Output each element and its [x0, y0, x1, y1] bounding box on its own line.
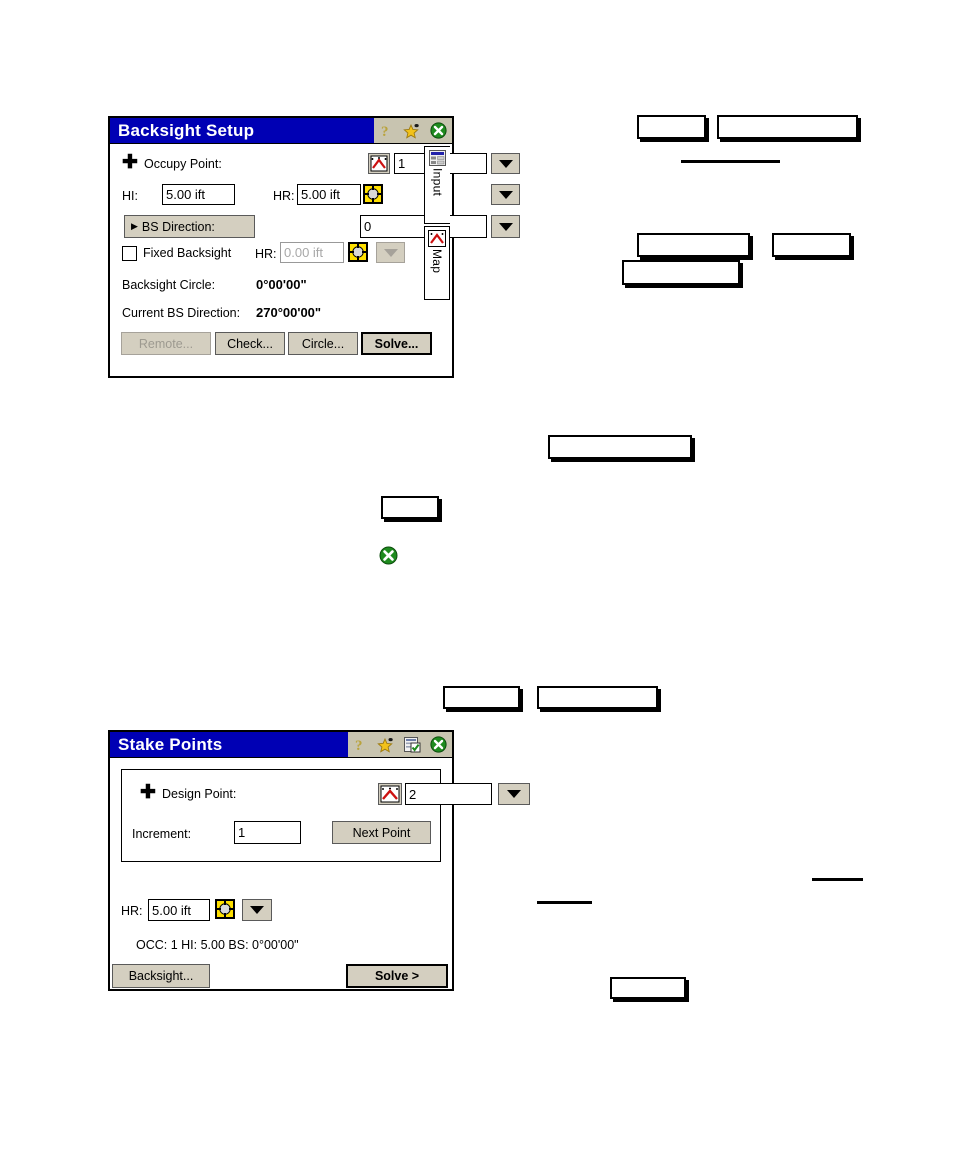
tab-map-label: Map — [430, 249, 444, 274]
backsight-button-label: Backsight... — [128, 969, 194, 983]
blank-box-8 — [443, 686, 520, 709]
plus-icon: ✚ — [140, 782, 156, 803]
prism-target-icon[interactable] — [363, 184, 383, 204]
map-point-pick-icon[interactable] — [368, 153, 390, 174]
backsight-button[interactable]: Backsight... — [112, 964, 210, 988]
triangle-right-icon: ▶ — [131, 221, 138, 231]
stake-titlebar-icons: ? — [348, 732, 452, 757]
fixed-backsight-dropdown-button[interactable] — [376, 242, 405, 263]
backsight-circle-value: 0°00'00" — [256, 277, 307, 292]
hr-input[interactable]: 5.00 ift — [297, 184, 361, 205]
close-icon[interactable] — [430, 122, 447, 139]
bs-direction-button[interactable]: ▶ BS Direction: — [124, 215, 255, 238]
backsight-titlebar: Backsight Setup ? — [110, 118, 452, 144]
stake-solve-button[interactable]: Solve > — [346, 964, 448, 988]
stake-solve-button-label: Solve > — [374, 969, 420, 983]
solve-button-label: Solve... — [374, 336, 419, 351]
blank-box-5 — [622, 260, 740, 285]
map-point-pick-icon[interactable] — [378, 783, 402, 805]
design-point-input[interactable]: 2 — [405, 783, 492, 805]
increment-input[interactable]: 1 — [234, 821, 301, 844]
hi-input[interactable]: 5.00 ift — [162, 184, 235, 205]
favorites-star-icon[interactable] — [403, 123, 421, 139]
remote-button[interactable]: Remote... — [121, 332, 211, 355]
tab-input[interactable]: Input — [424, 146, 450, 224]
blank-rule-3 — [812, 878, 863, 881]
stake-client: ✚ Design Point: 2 Increment: 1 Next Poin… — [110, 758, 530, 989]
current-bs-direction-value: 270°00'00" — [256, 305, 322, 320]
stake-points-dialog: Stake Points ? ✚ Design Point: 2 Increme… — [108, 730, 530, 991]
blank-rule-1 — [681, 160, 780, 163]
solve-button[interactable]: Solve... — [361, 332, 432, 355]
help-icon[interactable]: ? — [379, 123, 394, 140]
blank-box-4 — [772, 233, 851, 257]
fixed-backsight-label: Fixed Backsight — [143, 246, 232, 260]
bs-direction-dropdown-button[interactable] — [491, 215, 520, 238]
blank-box-10 — [610, 977, 686, 999]
chevron-down-icon — [507, 790, 521, 798]
chevron-down-icon — [498, 222, 513, 231]
map-point-pick-icon — [428, 230, 446, 247]
plus-icon: ✚ — [122, 152, 138, 173]
design-point-dropdown-button[interactable] — [498, 783, 530, 805]
occupy-point-dropdown-button[interactable] — [491, 153, 520, 174]
backsight-setup-dialog: Backsight Setup ? ✚ Occupy Point: 1 HI: … — [108, 116, 520, 378]
tab-map[interactable]: Map — [424, 226, 450, 300]
circle-button-label: Circle... — [301, 336, 345, 351]
help-icon[interactable]: ? — [353, 737, 368, 754]
stake-status-line: OCC: 1 HI: 5.00 BS: 0°00'00" — [136, 938, 299, 952]
stake-titlebar: Stake Points ? — [110, 732, 452, 758]
close-icon[interactable] — [379, 546, 398, 565]
backsight-client: ✚ Occupy Point: 1 HI: 5.00 ift HR: 5.00 … — [110, 144, 520, 376]
hr-label: HR: — [273, 189, 295, 203]
blank-box-3 — [637, 233, 750, 257]
blank-box-2 — [717, 115, 858, 139]
check-button[interactable]: Check... — [215, 332, 285, 355]
close-icon[interactable] — [430, 736, 447, 753]
blank-rule-2 — [537, 901, 592, 904]
favorites-star-icon[interactable] — [377, 737, 395, 753]
increment-label: Increment: — [132, 827, 192, 841]
next-point-button-label: Next Point — [352, 825, 411, 840]
svg-text:?: ? — [355, 738, 363, 753]
chevron-down-icon — [498, 190, 513, 199]
tab-input-label: Input — [430, 168, 445, 197]
fixed-backsight-checkbox[interactable] — [122, 246, 137, 261]
svg-text:?: ? — [381, 124, 389, 139]
stake-hr-input[interactable]: 5.00 ift — [148, 899, 210, 921]
next-point-button[interactable]: Next Point — [332, 821, 431, 844]
stake-hr-label: HR: — [121, 904, 143, 918]
hr-dropdown-button[interactable] — [491, 184, 520, 205]
backsight-title: Backsight Setup — [118, 120, 255, 140]
prism-target-icon[interactable] — [215, 899, 235, 919]
blank-box-6 — [548, 435, 692, 459]
stake-title: Stake Points — [118, 734, 223, 754]
occupy-point-label: Occupy Point: — [144, 157, 222, 171]
chevron-down-icon — [383, 248, 398, 257]
design-point-label: Design Point: — [162, 787, 237, 801]
remote-button-label: Remote... — [138, 336, 194, 351]
check-button-label: Check... — [227, 336, 273, 351]
chevron-down-icon — [498, 159, 513, 168]
stake-hr-dropdown-button[interactable] — [242, 899, 272, 921]
bs-direction-label: BS Direction: — [141, 219, 215, 234]
list-check-icon[interactable] — [404, 736, 421, 753]
chevron-down-icon — [250, 906, 264, 914]
backsight-circle-label: Backsight Circle: — [122, 278, 216, 292]
blank-box-7 — [381, 496, 439, 519]
blank-box-9 — [537, 686, 658, 709]
prism-target-icon[interactable] — [348, 242, 368, 262]
fixed-backsight-hr-input[interactable]: 0.00 ift — [280, 242, 344, 263]
input-form-icon — [429, 150, 446, 166]
hi-label: HI: — [122, 189, 138, 203]
blank-box-1 — [637, 115, 706, 139]
circle-button[interactable]: Circle... — [288, 332, 358, 355]
backsight-titlebar-icons: ? — [374, 118, 452, 143]
current-bs-direction-label: Current BS Direction: — [122, 306, 241, 320]
fixed-backsight-hr-label: HR: — [255, 247, 277, 261]
